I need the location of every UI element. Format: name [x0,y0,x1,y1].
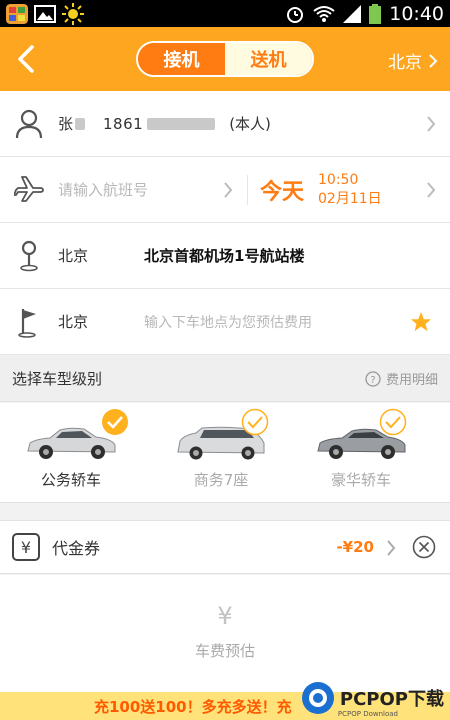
car-section-title: 选择车型级别 [12,370,103,388]
city-label: 北京 [388,53,422,73]
chevron-right-icon [429,53,438,68]
weather-sun-icon [62,2,84,25]
pickup-city: 北京 [58,247,89,265]
dropoff-location-row[interactable]: 北京 输入下车地点为您预估费用 [0,289,450,355]
blurred-text [75,117,86,130]
svg-text:?: ? [370,375,375,386]
wifi-icon [313,5,335,22]
passenger-self-tag: (本人) [229,115,271,133]
battery-icon [369,3,382,24]
watermark-subtext: PCPOP Download [337,710,398,718]
car-label-business-sedan: 公务轿车 [40,471,101,489]
watermark: PCPOP下载 PCPOP Download [300,680,444,718]
unselected-check-icon [241,408,269,436]
pickup-location-row[interactable]: 北京 北京首都机场1号航站楼 [0,223,450,289]
location-pin-icon [20,240,38,271]
app-header: 接机 送机 北京 [0,27,450,91]
promo-text: 充100送100！多充多送！充 [94,697,292,716]
city-selector[interactable]: 北京 [388,48,438,73]
voucher-row[interactable]: ¥ 代金券 -¥20 [0,520,450,574]
status-time: 10:40 [389,2,444,25]
app-notification-icon [6,3,28,24]
pickup-time: 10:50 [318,171,359,188]
blurred-text [147,117,216,130]
fare-estimate-label: 车费预估 [194,642,255,660]
pickup-date: 02月11日 [318,190,382,207]
flag-icon [18,308,36,338]
pickup-day: 今天 [260,179,305,205]
pickup-location: 北京首都机场1号航站楼 [144,247,305,265]
tab-pickup[interactable]: 接机 [138,43,225,75]
fee-detail-label: 费用明细 [385,373,438,388]
booking-form: 张 1861 (本人) 请输入航班号 今天 10:50 02月11日 北京 北京… [0,91,450,355]
passenger-phone: 1861 [103,114,144,133]
back-arrow-icon[interactable] [12,41,42,77]
voucher-label: 代金券 [52,539,101,558]
fare-estimate-panel: ¥ 车费预估 [0,575,450,692]
car-option-business-7-seat[interactable]: 商务7座 [156,403,286,503]
dropoff-placeholder: 输入下车地点为您预估费用 [144,314,312,331]
flight-number-field[interactable]: 请输入航班号 [0,174,248,205]
watermark-text: PCPOP下载 [339,689,444,710]
car-label-luxury-sedan: 豪华轿车 [330,471,391,489]
selected-check-icon [102,409,128,435]
service-type-toggle: 接机 送机 [136,41,314,77]
svg-text:¥: ¥ [21,538,31,557]
person-icon [15,109,43,138]
unselected-check-icon [379,408,407,436]
plane-icon [14,175,44,202]
status-bar: 10:40 [0,0,450,27]
voucher-amount: -¥20 [336,538,374,556]
chevron-right-icon [427,115,436,132]
chevron-right-icon [224,181,233,198]
voucher-yen-icon: ¥ [12,533,40,561]
favorite-star-icon[interactable] [410,311,432,333]
car-option-business-sedan[interactable]: 公务轿车 [6,403,136,503]
remove-voucher-icon[interactable] [412,535,436,559]
tab-dropoff[interactable]: 送机 [225,43,312,75]
watermark-logo-icon [301,682,334,714]
fare-yen-icon: ¥ [217,602,233,630]
image-notification-icon [34,4,56,23]
chevron-right-icon [427,181,436,198]
car-type-selector: 公务轿车 商务7座 豪华轿车 [0,403,450,503]
car-label-business-7-seat: 商务7座 [193,471,249,489]
flight-row: 请输入航班号 今天 10:50 02月11日 [0,157,450,223]
car-option-luxury-sedan[interactable]: 豪华轿车 [296,403,426,503]
fee-detail-link[interactable]: ? 费用明细 [365,369,438,388]
passenger-row[interactable]: 张 1861 (本人) [0,91,450,157]
chevron-right-icon [387,540,396,556]
screen: 10:40 接机 送机 北京 张 1861 (本人) 请输入航班号 今天 10:… [0,0,450,720]
signal-icon [343,4,362,23]
pickup-time-field[interactable]: 今天 10:50 02月11日 [248,171,450,209]
passenger-name: 张 [58,115,74,133]
question-icon: ? [365,370,381,387]
alarm-icon [287,6,304,23]
dropoff-city: 北京 [58,313,89,331]
flight-number-placeholder: 请输入航班号 [58,181,149,199]
car-section-header: 选择车型级别 ? 费用明细 [0,356,450,402]
